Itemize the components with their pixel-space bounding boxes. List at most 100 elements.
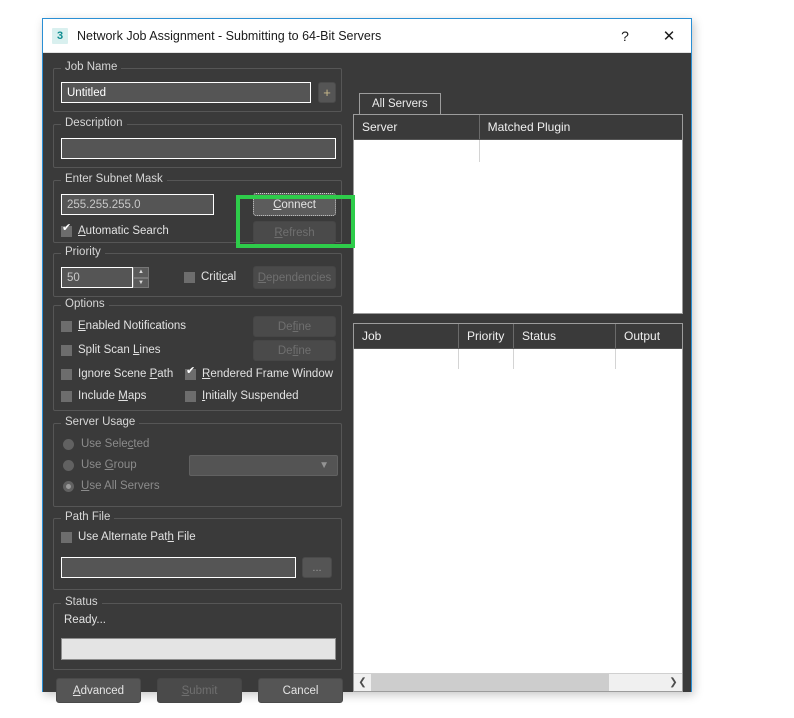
window-title: Network Job Assignment - Submitting to 6…	[77, 28, 382, 43]
include-maps-box	[61, 390, 72, 402]
alternate-path-input[interactable]	[61, 557, 296, 578]
jobs-panel: Job Priority Status Output ❮ ❯	[353, 323, 683, 692]
option-enabled-notifications[interactable]: Enabled Notifications	[61, 320, 186, 332]
use-alternate-path-checkbox[interactable]: Use Alternate Path File	[61, 531, 196, 543]
job-name-input[interactable]: Untitled	[61, 82, 311, 103]
connect-button[interactable]: Connect	[253, 193, 336, 216]
jobs-divider-1	[458, 349, 459, 369]
submit-label: Submit	[181, 684, 218, 697]
radio-use-selected[interactable]: Use Selected	[63, 438, 149, 450]
subnet-mask-input[interactable]: 255.255.255.0	[61, 194, 214, 215]
jobs-horizontal-scrollbar[interactable]: ❮ ❯	[354, 673, 682, 691]
use-all-servers-label: Use All Servers	[81, 480, 160, 492]
jobs-list-body[interactable]	[354, 349, 682, 673]
spinner-up-icon[interactable]: ▲	[133, 267, 149, 278]
jobs-divider-3	[615, 349, 616, 369]
jobs-col-output[interactable]: Output	[616, 324, 682, 348]
ignore-scene-path-box	[61, 368, 72, 380]
right-panels-column: Server Matched Plugin All Servers Job Pr…	[353, 58, 683, 692]
path-file-legend: Path File	[61, 511, 115, 523]
split-scan-lines-label: Split Scan Lines	[78, 344, 161, 356]
critical-checkbox[interactable]: Critical	[184, 271, 236, 283]
help-button[interactable]: ?	[603, 19, 647, 52]
tab-all-servers-label: All Servers	[372, 98, 428, 110]
status-progress-bar	[61, 638, 336, 660]
close-button[interactable]: ✕	[647, 19, 691, 52]
include-maps-label: Include Maps	[78, 390, 147, 402]
status-legend: Status	[61, 596, 102, 608]
cancel-button[interactable]: Cancel	[258, 678, 343, 703]
enabled-notifications-box	[61, 320, 72, 332]
scroll-right-icon[interactable]: ❯	[665, 673, 682, 691]
option-rendered-frame-window[interactable]: Rendered Frame Window	[185, 366, 334, 380]
critical-box	[184, 271, 195, 283]
option-ignore-scene-path[interactable]: Ignore Scene Path	[61, 368, 173, 380]
job-name-legend: Job Name	[61, 61, 122, 73]
split-scan-lines-box	[61, 344, 72, 356]
option-initially-suspended[interactable]: Initially Suspended	[185, 390, 299, 402]
max-app-icon: 3	[52, 27, 68, 44]
description-legend: Description	[61, 117, 127, 129]
job-name-group: Job Name Untitled +	[53, 61, 342, 112]
ignore-scene-path-label: Ignore Scene Path	[78, 368, 174, 380]
connect-label: Connect	[273, 198, 316, 211]
define-split-button: Define	[253, 340, 336, 361]
use-selected-label: Use Selected	[81, 438, 150, 450]
radio-use-all-servers[interactable]: Use All Servers	[63, 480, 160, 492]
dependencies-button: Dependencies	[253, 266, 336, 289]
jobs-col-job[interactable]: Job	[354, 324, 459, 348]
define-notifications-label: Define	[277, 320, 312, 333]
jobs-col-priority[interactable]: Priority	[459, 324, 514, 348]
define-split-label: Define	[277, 344, 312, 357]
advanced-button[interactable]: Advanced	[56, 678, 141, 703]
tab-all-servers[interactable]: All Servers	[359, 93, 441, 114]
dialog-body: Job Name Untitled + Description Enter Su…	[43, 53, 691, 703]
use-all-servers-dot	[63, 480, 74, 492]
advanced-label: Advanced	[72, 684, 125, 697]
automatic-search-checkbox[interactable]: Automatic Search	[61, 223, 169, 237]
option-split-scan-lines[interactable]: Split Scan Lines	[61, 344, 161, 356]
left-settings-column: Job Name Untitled + Description Enter Su…	[53, 58, 352, 703]
servers-column-divider	[479, 140, 480, 162]
server-group-combobox[interactable]: ▼	[189, 455, 338, 476]
subnet-mask-group: Enter Subnet Mask 255.255.255.0 Connect …	[53, 173, 342, 244]
rendered-frame-window-box	[185, 366, 196, 380]
radio-use-group[interactable]: Use Group	[63, 459, 137, 471]
servers-list-body[interactable]	[354, 140, 682, 313]
option-include-maps[interactable]: Include Maps	[61, 390, 146, 402]
spinner-down-icon[interactable]: ▼	[133, 277, 149, 288]
connect-rest: onnect	[281, 198, 316, 211]
priority-legend: Priority	[61, 246, 105, 258]
priority-input[interactable]: 50	[61, 267, 133, 288]
initially-suspended-label: Initially Suspended	[202, 390, 299, 402]
network-job-assignment-window: 3 Network Job Assignment - Submitting to…	[42, 18, 692, 703]
dependencies-label: Dependencies	[257, 271, 332, 284]
rendered-frame-window-label: Rendered Frame Window	[202, 368, 334, 380]
refresh-label: Refresh	[274, 226, 315, 239]
priority-spinner[interactable]: ▲ ▼	[133, 267, 149, 288]
description-input[interactable]	[61, 138, 336, 159]
jobs-col-status[interactable]: Status	[514, 324, 616, 348]
initially-suspended-box	[185, 390, 196, 402]
browse-ellipsis-icon: ...	[312, 561, 322, 574]
add-job-button[interactable]: +	[318, 82, 336, 103]
priority-group: Priority 50 ▲ ▼ Critical Dependencies	[53, 246, 342, 297]
servers-header-row: Server Matched Plugin	[354, 115, 682, 140]
browse-path-button[interactable]: ...	[302, 557, 332, 578]
title-bar: 3 Network Job Assignment - Submitting to…	[43, 19, 691, 53]
automatic-search-label: Automatic Search	[78, 225, 169, 237]
jobs-header-row: Job Priority Status Output	[354, 324, 682, 349]
submit-button: Submit	[157, 678, 242, 703]
options-legend: Options	[61, 298, 109, 310]
desktop-background: 3 Network Job Assignment - Submitting to…	[0, 0, 794, 718]
critical-label: Critical	[201, 271, 237, 283]
scroll-left-icon[interactable]: ❮	[354, 673, 371, 691]
servers-col-matched-plugin[interactable]: Matched Plugin	[480, 115, 682, 139]
define-notifications-button: Define	[253, 316, 336, 337]
jobs-divider-2	[513, 349, 514, 369]
scroll-track[interactable]	[371, 673, 665, 691]
servers-col-server[interactable]: Server	[354, 115, 480, 139]
scroll-thumb[interactable]	[371, 673, 610, 691]
use-alternate-path-label: Use Alternate Path File	[78, 531, 196, 543]
status-group: Status Ready...	[53, 596, 342, 670]
